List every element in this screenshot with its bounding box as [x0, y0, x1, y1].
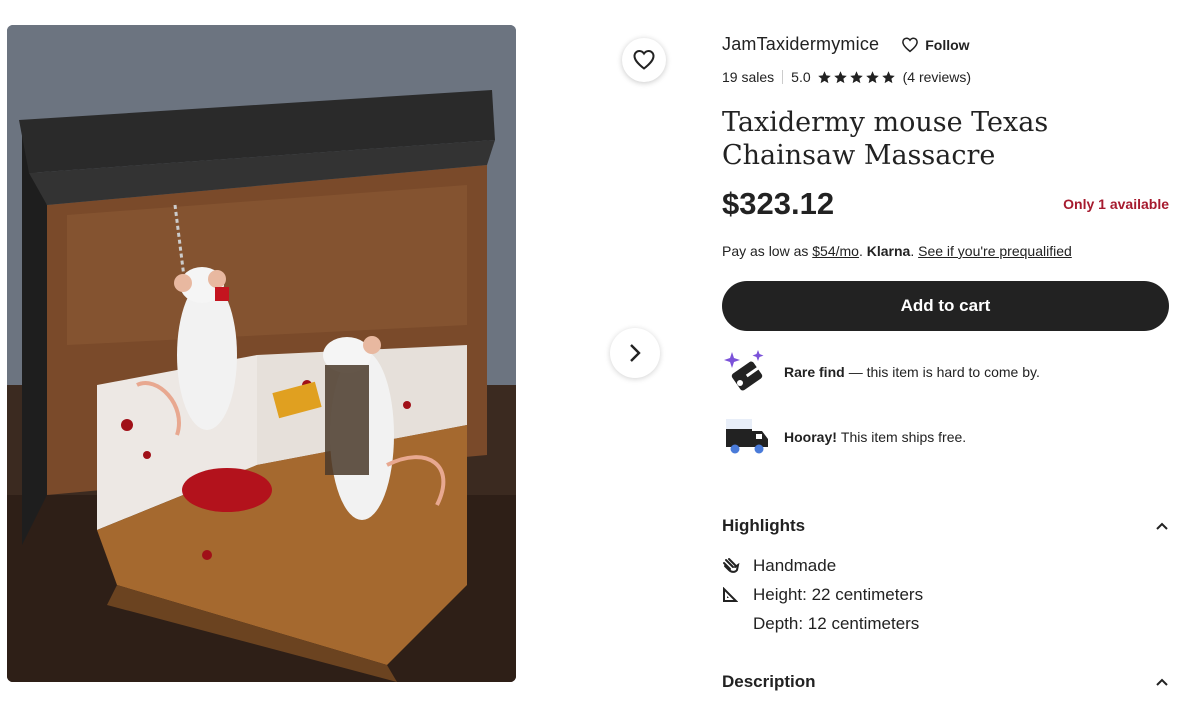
chevron-up-icon	[1156, 522, 1168, 530]
add-to-cart-button[interactable]: Add to cart	[722, 281, 1169, 331]
highlights-heading: Highlights	[722, 516, 806, 535]
listing-title: Taxidermy mouse Texas Chainsaw Massacre	[722, 107, 1049, 171]
description-toggle[interactable]: Description	[722, 672, 1169, 692]
chevron-right-icon	[630, 344, 641, 362]
highlight-text: Depth: 12 centimeters	[753, 614, 920, 633]
perk-free-shipping: Hooray! This item ships free.	[722, 413, 966, 461]
rating-value: 5.0	[791, 69, 811, 85]
highlights-toggle[interactable]: Highlights	[722, 516, 1169, 536]
perk-text: — this item is hard to come by.	[848, 364, 1040, 380]
star-icon	[833, 70, 847, 83]
perk-rare-find: Rare find — this item is hard to come by.	[722, 348, 1040, 396]
truck-icon	[726, 419, 768, 454]
favorite-button[interactable]	[622, 38, 666, 82]
star-icon	[865, 70, 879, 83]
shop-row: JamTaxidermymice Follow	[722, 34, 970, 55]
perk-text: This item ships free.	[840, 429, 967, 445]
star-rating	[817, 70, 897, 85]
product-photo-illustration	[7, 25, 516, 682]
highlight-height: Height: 22 centimeters	[722, 585, 923, 605]
next-image-button[interactable]	[610, 328, 660, 378]
star-icon	[881, 70, 895, 83]
perk-bold: Hooray!	[784, 429, 837, 445]
divider	[782, 70, 784, 84]
stock-notice: Only 1 available	[1063, 196, 1169, 212]
hand-icon	[722, 557, 742, 575]
sparkle-tag-icon	[724, 350, 764, 391]
description-heading: Description	[722, 672, 816, 691]
perk-bold: Rare find	[784, 364, 845, 380]
follow-button[interactable]: Follow	[901, 36, 970, 54]
follow-label: Follow	[925, 36, 970, 53]
reviews-link[interactable]: (4 reviews)	[903, 69, 971, 85]
chevron-up-icon	[1156, 678, 1168, 686]
klarna-logo: Klarna	[866, 243, 911, 259]
highlight-text: Height: 22 centimeters	[753, 585, 924, 604]
ruler-triangle-icon	[722, 587, 742, 603]
klarna-financing: Pay as low as $54/mo. Klarna. See if you…	[722, 243, 1072, 259]
highlight-depth: Depth: 12 centimeters	[722, 614, 919, 634]
shop-name-link[interactable]: JamTaxidermymice	[722, 34, 879, 55]
star-icon	[849, 70, 863, 83]
star-icon	[817, 70, 831, 83]
prequalify-link[interactable]: See if you're prequalified	[918, 243, 1072, 259]
sales-count: 19 sales	[722, 69, 775, 85]
highlight-text: Handmade	[753, 556, 837, 575]
price: $323.12	[722, 186, 835, 221]
highlight-handmade: Handmade	[722, 556, 836, 576]
klarna-amount-link[interactable]: $54/mo	[812, 243, 859, 259]
product-image[interactable]	[7, 25, 516, 682]
rating-row: 19 sales 5.0 (4 reviews)	[722, 69, 971, 85]
klarna-prefix: Pay as low as	[722, 243, 809, 259]
heart-icon	[633, 49, 655, 70]
heart-outline-icon	[902, 36, 919, 52]
